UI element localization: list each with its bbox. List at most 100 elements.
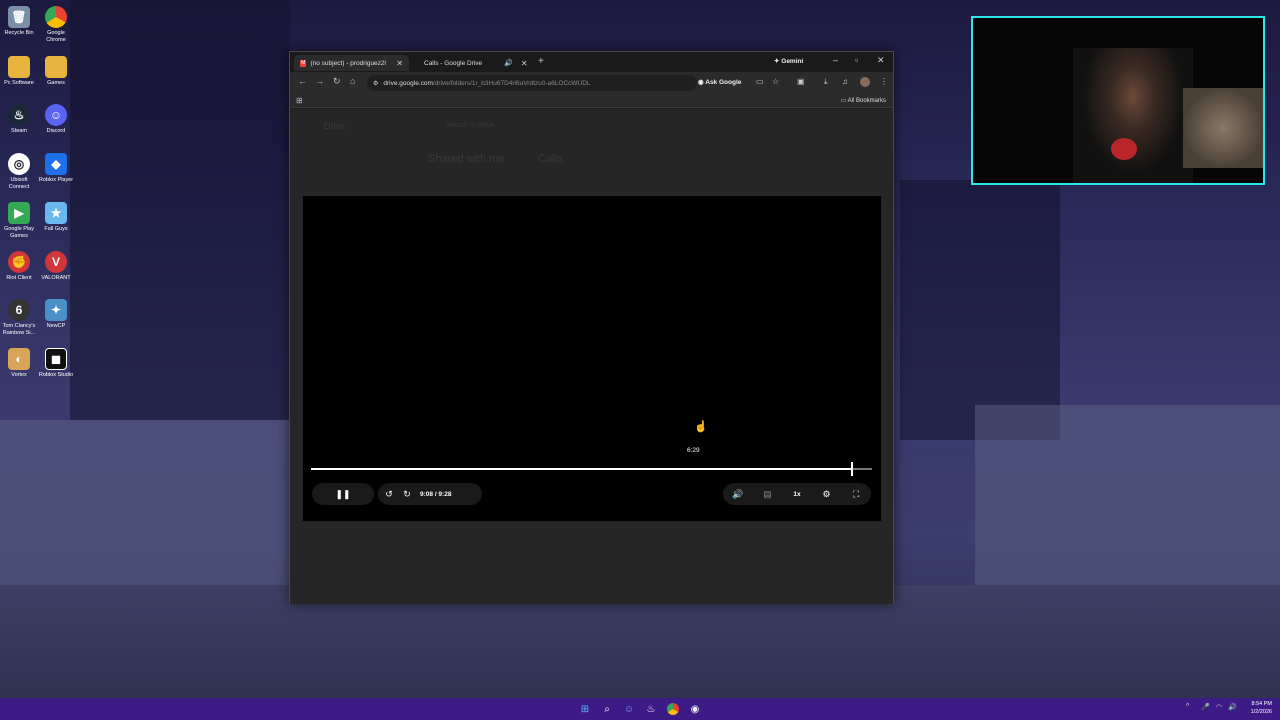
close-tab-icon[interactable]: ✕ (521, 59, 528, 68)
steam-icon[interactable]: ♨ (643, 701, 659, 717)
breadcrumb-folder[interactable]: Calls (538, 153, 562, 165)
folder-icon (45, 56, 67, 78)
desktop-icon-label: Roblox Studio (38, 372, 74, 378)
all-bookmarks-label: All Bookmarks (847, 98, 886, 104)
discord-icon: ☺ (45, 104, 67, 126)
speed-button[interactable]: 1x (786, 483, 808, 505)
profile-avatar[interactable] (860, 77, 870, 87)
search-icon[interactable]: ⌕ (599, 701, 615, 717)
desktop-icon-ubisoft[interactable]: ◎ Ubisoft Connect (0, 153, 38, 190)
drive-search-input[interactable]: Search in Drive (446, 122, 494, 129)
address-bar[interactable]: ⚙ drive.google.com/drive/folders/1r_b3Hu… (367, 75, 697, 91)
microphone-icon[interactable]: 🎤 (1201, 703, 1210, 711)
desktop-icon-roblox-studio[interactable]: ◼ Roblox Studio (37, 348, 75, 379)
desktop-icon-newcp[interactable]: ✦ NewCP (37, 299, 75, 330)
reload-icon[interactable]: ↻ (333, 76, 341, 87)
folder-icon (8, 56, 30, 78)
desktop-icon-rainbow-six[interactable]: 6 Tom Clancy's Rainbow Si... (0, 299, 38, 336)
desktop-icon-pc-software[interactable]: Pc Software (0, 56, 38, 87)
wallpaper-fence-left (0, 420, 290, 585)
ubisoft-icon: ◎ (8, 153, 30, 175)
close-tab-icon[interactable]: ✕ (396, 59, 403, 68)
maximize-icon[interactable]: ▫ (855, 55, 858, 65)
clock-date: 1/2/2026 (1250, 709, 1272, 715)
wifi-icon[interactable]: ◠ (1216, 703, 1222, 711)
webcam-background-object (1183, 88, 1263, 168)
desktop-icon-label: Tom Clancy's Rainbow Si... (2, 323, 36, 336)
desktop-icon-label: Ubisoft Connect (8, 177, 30, 190)
tab-title: (no subject) - prodriguez20001 (310, 59, 386, 67)
volume-button[interactable]: 🔊 (727, 483, 749, 505)
desktop-icon-steam[interactable]: ♨ Steam (0, 104, 38, 135)
desktop-icon-riot-client[interactable]: ✊ Riot Client (0, 251, 38, 282)
rewind-10-button[interactable]: ↺ (378, 483, 400, 505)
desktop-icon-roblox-player[interactable]: ◆ Roblox Player (37, 153, 75, 184)
site-info-icon[interactable]: ⚙ (373, 80, 378, 87)
desktop-icon-label: Roblox Player (38, 177, 74, 183)
obs-icon[interactable]: ◉ (687, 701, 703, 717)
seek-bar-thumb[interactable] (851, 462, 854, 476)
seek-bar[interactable] (311, 462, 872, 476)
desktop-icon-label: Discord (46, 128, 66, 134)
back-icon[interactable]: ← (298, 76, 307, 86)
desktop-icon-games[interactable]: Games (37, 56, 75, 87)
desktop-icon-fall-guys[interactable]: ★ Fall Guys (37, 202, 75, 233)
menu-icon[interactable]: ⋮ (880, 77, 888, 86)
roblox-icon: ◆ (45, 153, 67, 175)
close-window-icon[interactable]: ✕ (877, 55, 885, 66)
gmail-icon: M (300, 59, 307, 67)
apps-icon[interactable]: ⊞ (296, 96, 303, 105)
wallpaper-fence-right (975, 405, 1280, 585)
desktop-icon-label: Fall Guys (44, 226, 68, 232)
url-path: /drive/folders/1r_b3Hu67D4rl6uVrdtzu0-a6… (432, 79, 591, 87)
minimize-icon[interactable]: – (833, 55, 838, 65)
hand-cursor-icon: ☝ (694, 421, 708, 433)
rainbow-six-icon: 6 (8, 299, 30, 321)
newcp-icon: ✦ (45, 299, 67, 321)
time-controls: ↺ ↻ 9:08 / 9:28 (378, 483, 482, 505)
ask-google-label: Ask Google (705, 79, 742, 86)
speaker-icon[interactable]: 🔊 (1228, 703, 1237, 711)
home-icon[interactable]: ⌂ (350, 76, 355, 86)
all-bookmarks-button[interactable]: ▭ All Bookmarks (841, 97, 886, 104)
desktop-icon-google-play-games[interactable]: ▶ Google Play Games (0, 202, 38, 239)
download-icon[interactable]: ⤓ (824, 77, 828, 87)
bookmarks-bar: ⊞ ▭ All Bookmarks (290, 94, 893, 108)
new-tab-button[interactable]: + (538, 56, 544, 67)
tab-gmail[interactable]: M (no subject) - prodriguez20001 ✕ (294, 55, 409, 71)
desktop-icon-vortex[interactable]: ◐ Vortex (0, 348, 38, 379)
desktop-icon-label: Pc Software (4, 80, 34, 86)
riot-client-icon: ✊ (8, 251, 30, 273)
desktop-icon-chrome[interactable]: Google Chrome (37, 6, 75, 43)
settings-button[interactable]: ⚙ (816, 483, 838, 505)
pause-button[interactable]: ❚❚ (332, 483, 354, 505)
gemini-button[interactable]: ✦ Gemini (774, 57, 803, 65)
desktop-icon-label: Steam (11, 128, 27, 134)
captions-button[interactable]: ▤ (756, 483, 778, 505)
forward-icon[interactable]: → (315, 76, 324, 86)
ask-google-button[interactable]: ◉ Ask Google (698, 78, 741, 86)
speaker-icon[interactable]: 🔊 (504, 59, 513, 67)
tab-google-drive[interactable]: Calls - Google Drive 🔊 ✕ (414, 55, 528, 71)
forward-10-button[interactable]: ↻ (400, 483, 414, 505)
chrome-icon[interactable] (665, 701, 681, 717)
chrome-icon-glyph (667, 703, 679, 715)
desktop-icon-discord[interactable]: ☺ Discord (37, 104, 75, 135)
cast-icon[interactable]: ▭ (756, 77, 764, 86)
recycle-bin-icon: 🗑 (8, 6, 30, 28)
tab-title: Calls - Google Drive (424, 59, 483, 67)
start-icon[interactable]: ⊞ (577, 701, 593, 717)
media-control-icon[interactable]: ♫ (842, 77, 848, 86)
breadcrumb-shared[interactable]: Shared with me (428, 153, 504, 165)
discord-icon[interactable]: ☺ (621, 701, 637, 717)
desktop-icon-valorant[interactable]: V VALORANT (37, 251, 75, 282)
tray-overflow-icon[interactable]: ^ (1186, 703, 1189, 710)
fullscreen-button[interactable]: ⛶ (845, 483, 867, 505)
desktop-icon-recycle-bin[interactable]: 🗑 Recycle Bin (0, 6, 38, 37)
video-player[interactable]: ☝ 6:29 ❚❚ ↺ ↻ 9:08 / 9:28 🔊 ▤ 1x ⚙ ⛶ (303, 196, 881, 521)
bookmark-star-icon[interactable]: ☆ (772, 77, 779, 86)
play-pause-pill: ❚❚ (312, 483, 374, 505)
url-host: drive.google.com (383, 79, 433, 87)
sidepanel-icon[interactable]: ▣ (797, 77, 805, 86)
taskbar-clock[interactable]: 8:54 PM 1/2/2026 (1240, 700, 1272, 716)
